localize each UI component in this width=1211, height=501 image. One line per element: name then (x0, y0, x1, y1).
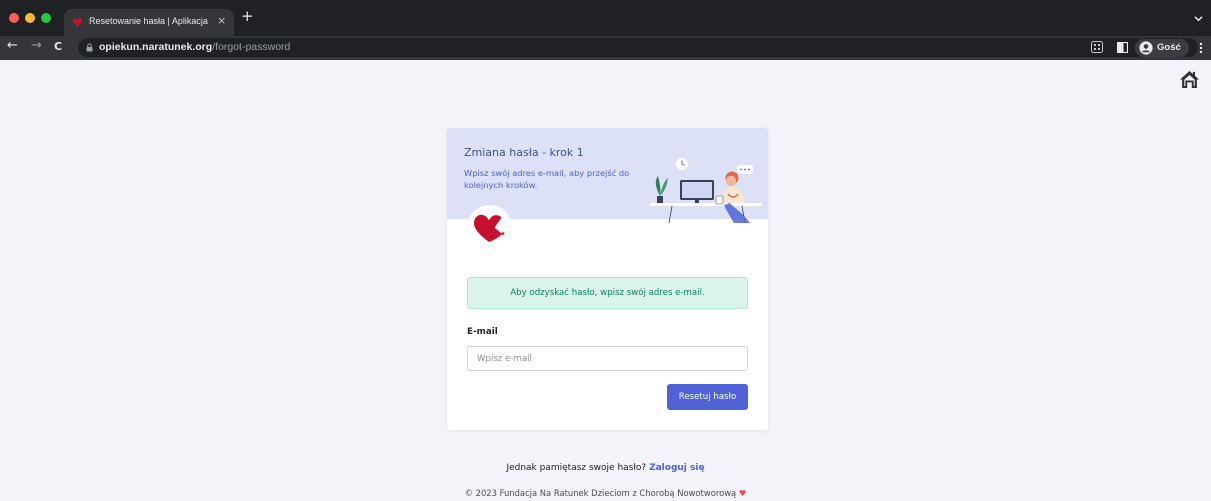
close-window-button[interactable] (9, 13, 19, 23)
home-icon[interactable] (1179, 70, 1200, 89)
back-arrow-icon[interactable]: ← (7, 39, 18, 52)
browser-toolbar: ← → C opiekun.naratunek.org/forgot-passw… (0, 36, 1211, 60)
remember-prompt: Jednak pamiętasz swoje hasło? Zaloguj si… (0, 463, 1211, 473)
guest-avatar-icon (1139, 41, 1153, 55)
reset-password-button[interactable]: Resetuj hasło (667, 384, 748, 410)
remember-text: Jednak pamiętasz swoje hasło? (506, 463, 647, 473)
tab-title: Resetowanie hasła | Aplikacja N (89, 16, 209, 26)
forward-arrow-icon[interactable]: → (31, 39, 42, 52)
reset-password-card: Zmiana hasła - krok 1 Wpisz swój adres e… (447, 128, 768, 430)
email-input[interactable] (467, 346, 748, 371)
more-menu-icon[interactable] (1199, 42, 1203, 54)
qr-code-icon[interactable] (1091, 41, 1103, 53)
info-alert: Aby odzyskać hasło, wpisz swój adres e-m… (467, 277, 748, 309)
minimize-window-button[interactable] (25, 13, 35, 23)
tab-close-icon[interactable]: × (217, 14, 226, 27)
active-tab[interactable]: Resetowanie hasła | Aplikacja N × (64, 9, 234, 36)
chevron-down-icon[interactable] (1194, 14, 1203, 23)
lock-icon (86, 43, 93, 52)
email-label: E-mail (467, 327, 498, 337)
profile-label: Gość (1157, 42, 1181, 53)
favicon-heart-icon (72, 18, 83, 27)
footer-text: © 2023 Fundacja Na Ratunek Dzieciom z Ch… (464, 488, 737, 498)
login-link[interactable]: Zaloguj się (649, 463, 704, 473)
page-subtitle: Wpisz swój adres e-mail, aby przejść do … (464, 168, 630, 190)
footer: © 2023 Fundacja Na Ratunek Dzieciom z Ch… (0, 488, 1211, 498)
heart-icon: ♥ (738, 488, 747, 498)
url-text: opiekun.naratunek.org/forgot-password (99, 41, 291, 53)
reload-icon[interactable]: C (54, 41, 62, 52)
address-bar[interactable]: opiekun.naratunek.org/forgot-password (78, 38, 1198, 57)
profile-button[interactable]: Gość (1135, 39, 1189, 57)
workspace-illustration (650, 158, 762, 223)
new-tab-button[interactable]: + (241, 9, 254, 24)
side-panel-icon[interactable] (1117, 42, 1128, 53)
logo-badge (467, 205, 512, 250)
heart-logo-icon (474, 214, 505, 242)
page-title: Zmiana hasła - krok 1 (464, 146, 584, 159)
browser-tab-bar: Resetowanie hasła | Aplikacja N × + (0, 0, 1211, 36)
maximize-window-button[interactable] (41, 13, 51, 23)
